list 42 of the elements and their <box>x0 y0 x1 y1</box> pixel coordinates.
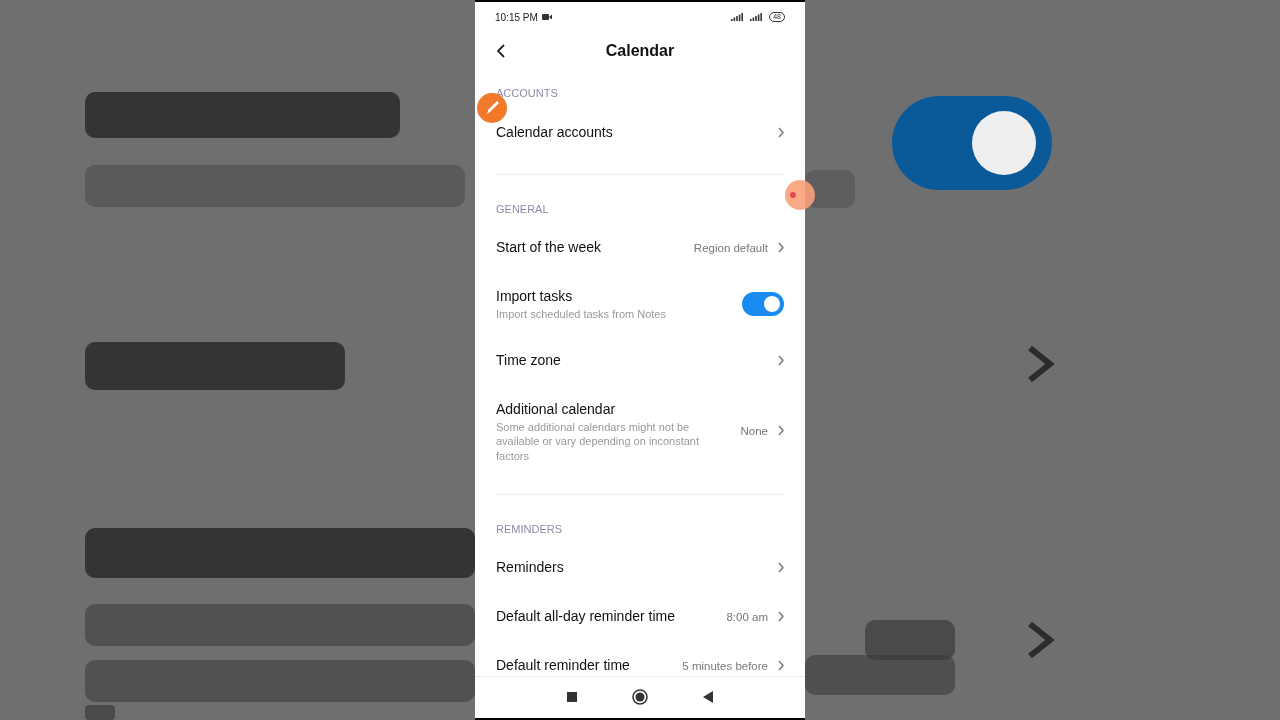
chevron-icon <box>778 127 784 138</box>
signal-icon <box>731 13 744 21</box>
row-value: None <box>740 424 768 437</box>
settings-row[interactable]: Reminders <box>496 543 784 592</box>
settings-row[interactable]: Additional calendar Some additional calendars might not be available or vary depending on inconstant factors None <box>496 384 784 477</box>
settings-row[interactable]: Calendar accounts <box>496 108 784 157</box>
settings-row[interactable]: Time zone <box>496 335 784 385</box>
row-description: Import scheduled tasks from Notes <box>496 307 667 322</box>
row-label: Reminders <box>496 558 565 577</box>
row-label: Import tasks <box>496 287 574 306</box>
row-value: 5 minutes before <box>682 659 768 672</box>
chevron-icon <box>778 660 784 671</box>
chevron-icon <box>778 242 784 253</box>
page-title: Calendar <box>605 42 675 60</box>
chevron-icon <box>778 611 784 622</box>
settings-row[interactable]: Default reminder time 5 minutes before <box>496 641 784 676</box>
row-description: Some additional calendars might not be available or vary depending on inconstant factors <box>496 419 701 463</box>
section-header: REMINDERS <box>496 522 563 537</box>
section-header: GENERAL <box>496 202 550 217</box>
row-label: Additional calendar <box>496 399 617 419</box>
chevron-icon <box>778 354 784 366</box>
settings-row[interactable]: Start of the week Region default <box>496 223 784 272</box>
toggle-switch[interactable] <box>742 291 784 316</box>
settings-row[interactable]: Default all-day reminder time 8:00 am <box>496 592 784 641</box>
row-value: 8:00 am <box>726 610 768 623</box>
row-label: Time zone <box>496 350 562 370</box>
chevron-icon <box>778 425 784 437</box>
settings-row[interactable]: Import tasks Import scheduled tasks from Notes <box>496 272 784 336</box>
row-label: Default reminder time <box>496 656 631 675</box>
row-label: Start of the week <box>496 238 603 257</box>
signal-icon <box>750 13 763 21</box>
row-value: Region default <box>693 241 768 254</box>
back-triangle-icon[interactable] <box>703 691 713 703</box>
video-camera-icon <box>541 13 552 21</box>
back-icon[interactable] <box>497 44 506 58</box>
status-time: 10:15 PM <box>495 11 538 23</box>
row-label: Default all-day reminder time <box>496 607 676 626</box>
record-bubble-icon[interactable] <box>785 180 815 210</box>
section-header: ACCOUNTS <box>496 86 559 101</box>
chevron-icon <box>778 562 784 573</box>
row-label: Calendar accounts <box>496 123 614 142</box>
home-icon[interactable] <box>632 689 648 705</box>
